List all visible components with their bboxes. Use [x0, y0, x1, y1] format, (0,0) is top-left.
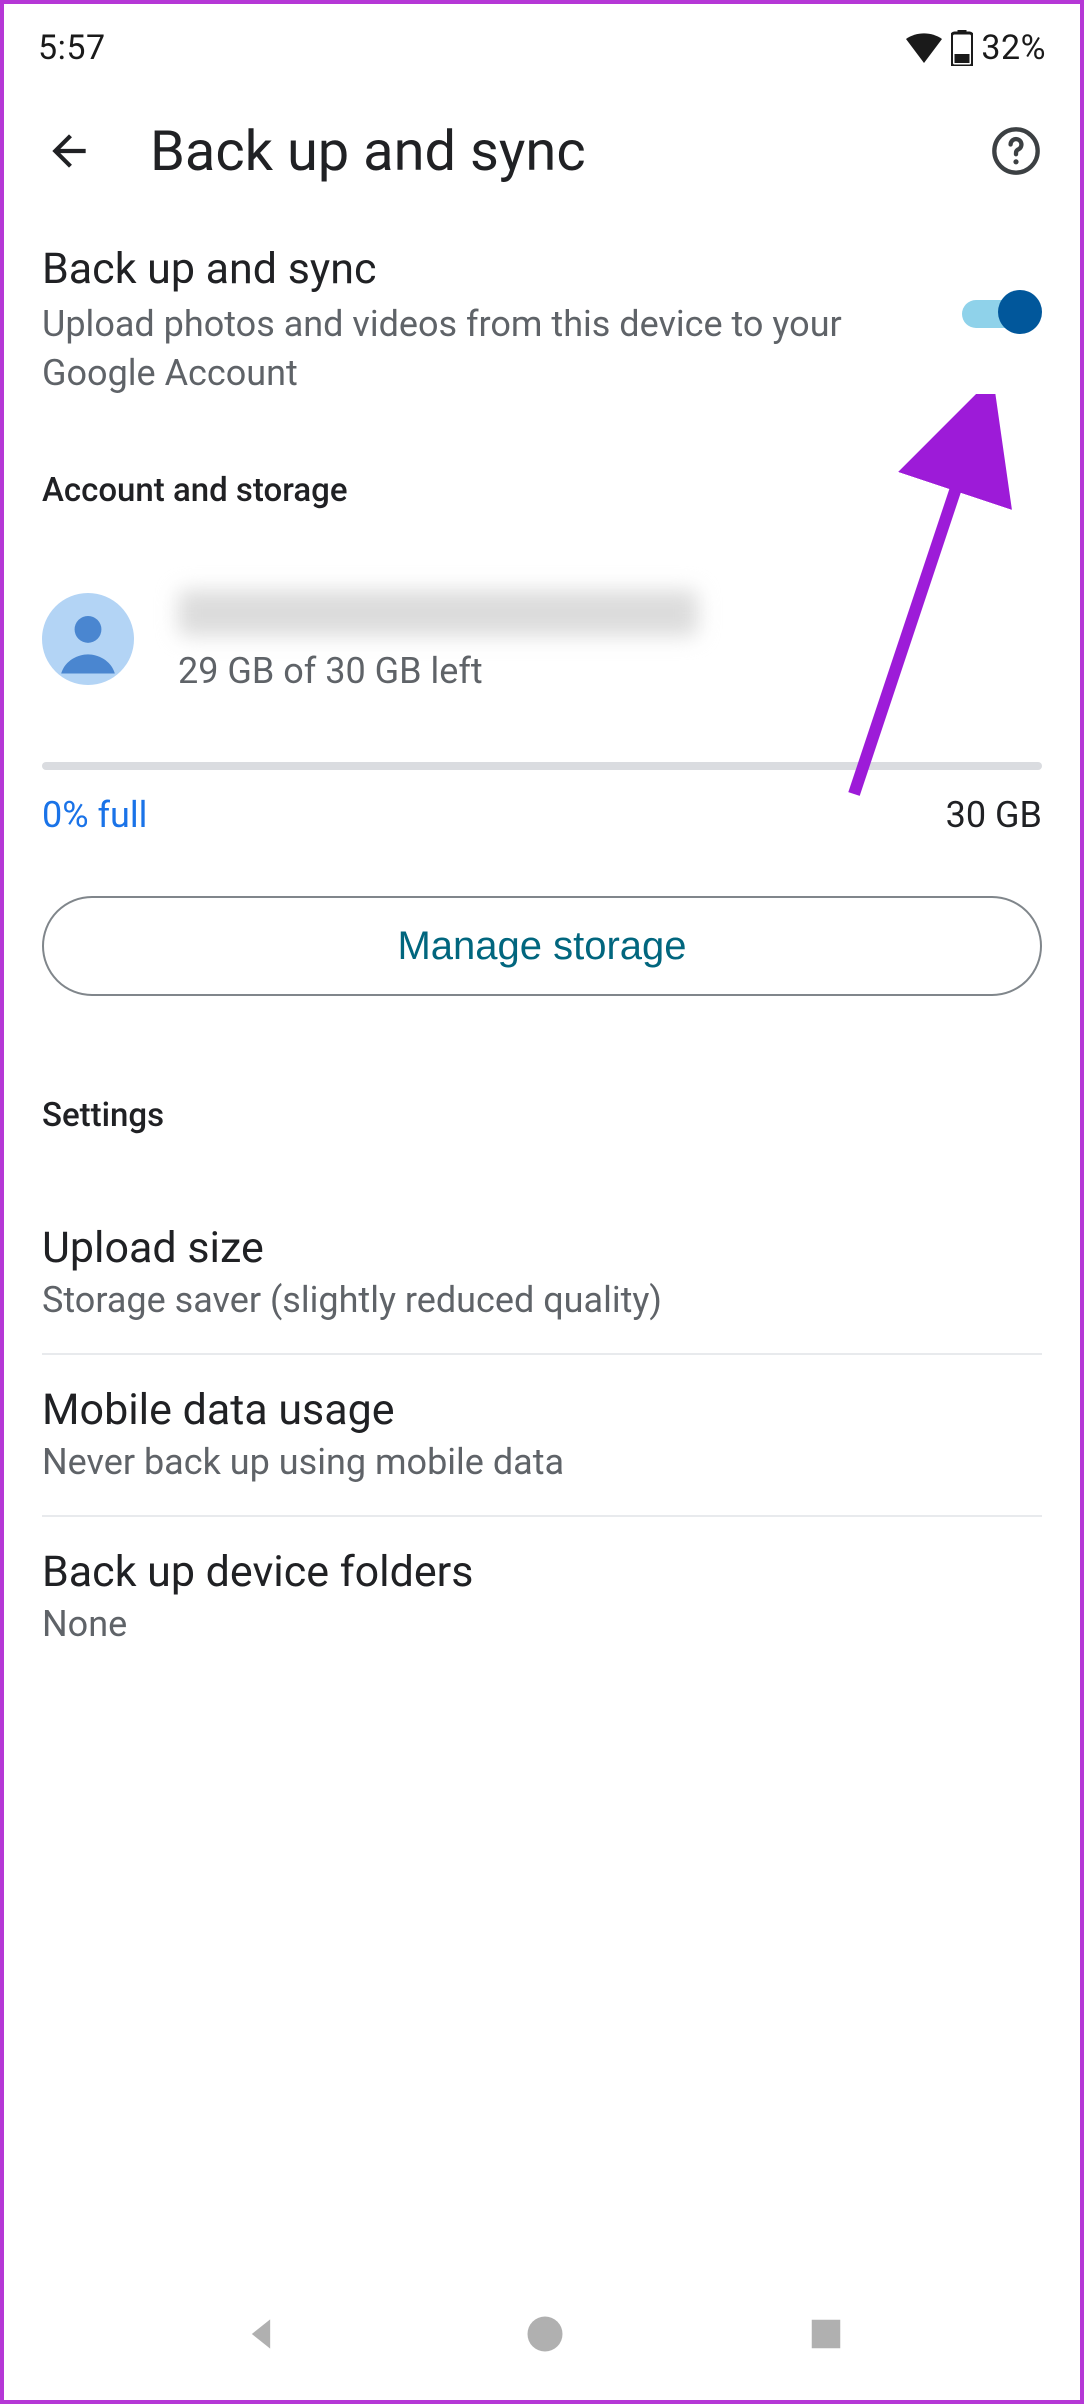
help-button[interactable]: [990, 125, 1042, 177]
status-right: 32%: [905, 28, 1046, 68]
setting-upload-size-title: Upload size: [42, 1223, 1042, 1273]
nav-home-button[interactable]: [524, 2313, 566, 2355]
account-row[interactable]: 29 GB of 30 GB left: [42, 590, 1042, 762]
nav-recents-button[interactable]: [807, 2315, 845, 2353]
backup-sync-toggle[interactable]: [962, 290, 1042, 334]
android-nav-bar: [8, 2290, 1076, 2400]
setting-upload-size-desc: Storage saver (slightly reduced quality): [42, 1279, 1042, 1321]
page-title: Back up and sync: [150, 118, 934, 184]
backup-sync-row: Back up and sync Upload photos and video…: [42, 244, 1042, 471]
manage-storage-button[interactable]: Manage storage: [42, 896, 1042, 996]
nav-back-button[interactable]: [239, 2312, 283, 2356]
section-account-storage: Account and storage: [42, 471, 1042, 590]
account-email-redacted: [178, 590, 698, 636]
setting-mobile-data-desc: Never back up using mobile data: [42, 1441, 1042, 1483]
status-time: 5:57: [38, 28, 106, 68]
storage-left: 29 GB of 30 GB left: [178, 650, 698, 692]
setting-device-folders-title: Back up device folders: [42, 1547, 1042, 1597]
avatar-icon: [42, 593, 134, 689]
setting-mobile-data-title: Mobile data usage: [42, 1385, 1042, 1435]
backup-sync-title: Back up and sync: [42, 244, 842, 294]
backup-sync-desc: Upload photos and videos from this devic…: [42, 300, 842, 397]
section-settings: Settings: [42, 996, 1042, 1193]
wifi-icon: [905, 33, 943, 63]
setting-device-folders[interactable]: Back up device folders None: [42, 1517, 1042, 1677]
setting-upload-size[interactable]: Upload size Storage saver (slightly redu…: [42, 1193, 1042, 1355]
setting-mobile-data[interactable]: Mobile data usage Never back up using mo…: [42, 1355, 1042, 1517]
storage-total: 30 GB: [946, 794, 1042, 836]
storage-progress-labels: 0% full 30 GB: [42, 770, 1042, 836]
setting-device-folders-desc: None: [42, 1603, 1042, 1645]
status-bar: 5:57 32%: [4, 4, 1080, 86]
battery-icon: [951, 30, 973, 66]
storage-percent-full: 0% full: [42, 794, 147, 836]
battery-percentage: 32%: [981, 28, 1046, 68]
storage-progress-bar: [42, 762, 1042, 770]
app-bar: Back up and sync: [4, 86, 1080, 244]
back-button[interactable]: [44, 126, 94, 176]
